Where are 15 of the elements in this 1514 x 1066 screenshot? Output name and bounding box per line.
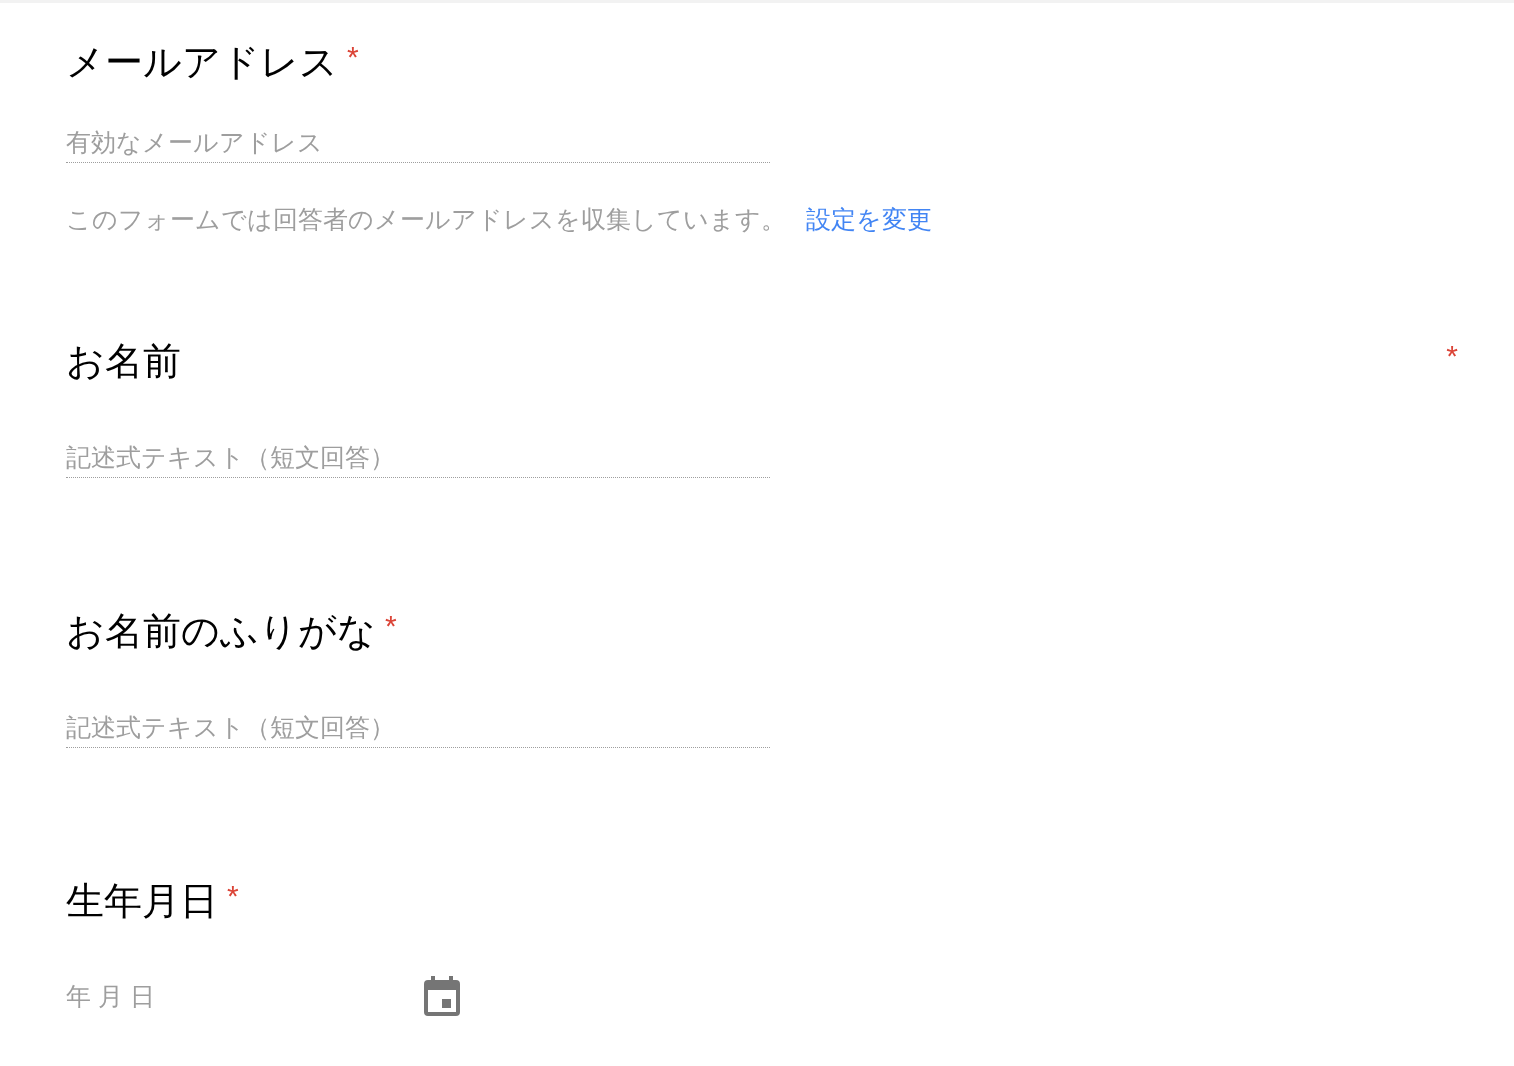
required-asterisk: * [385, 611, 397, 641]
collection-notice: このフォームでは回答者のメールアドレスを収集しています。 [66, 204, 786, 234]
change-settings-link[interactable]: 設定を変更 [806, 204, 932, 234]
email-field[interactable]: 有効なメールアドレス [66, 127, 770, 163]
question-title: お名前のふりがな [66, 609, 376, 654]
text-field[interactable]: 記述式テキスト（短文回答） [66, 442, 770, 478]
required-asterisk: * [227, 881, 239, 911]
required-asterisk: * [1446, 341, 1458, 371]
question-title: お名前 [66, 339, 181, 384]
question-title: 生年月日 [66, 879, 218, 924]
text-field[interactable]: 記述式テキスト（短文回答） [66, 712, 770, 748]
date-field[interactable]: 年 月 日 [66, 980, 416, 1012]
required-asterisk: * [347, 42, 359, 72]
calendar-icon[interactable] [424, 976, 460, 1016]
question-title: メールアドレス [66, 40, 338, 85]
